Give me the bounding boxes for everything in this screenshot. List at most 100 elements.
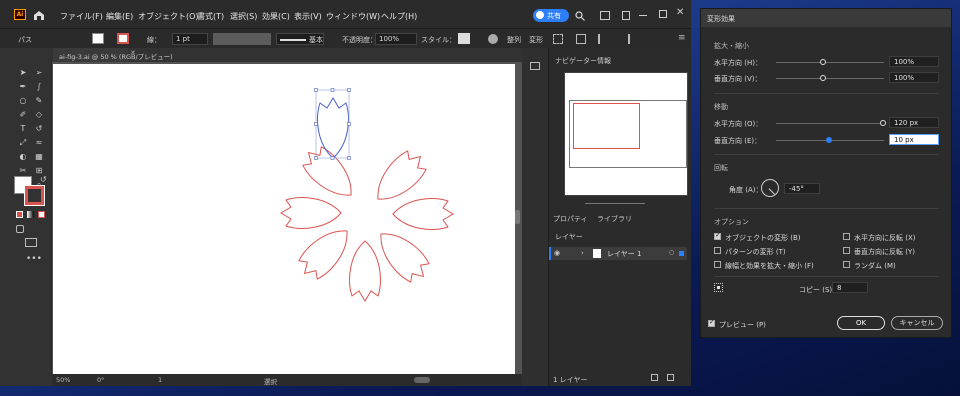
- eraser-tool-icon[interactable]: ◇: [34, 110, 44, 120]
- new-layer-icon[interactable]: [651, 374, 658, 381]
- transform-link[interactable]: 変形: [529, 35, 543, 45]
- recolor-icon[interactable]: [488, 34, 498, 44]
- reflect-y-checkbox[interactable]: [843, 247, 850, 254]
- delete-layer-icon[interactable]: [667, 374, 674, 381]
- type-tool-icon[interactable]: T: [18, 124, 28, 134]
- direct-selection-tool-icon[interactable]: ➢: [34, 68, 44, 78]
- workspace-icon[interactable]: [622, 11, 630, 20]
- brush-field[interactable]: 基本: [276, 33, 324, 45]
- stroke-weight-field[interactable]: 1 pt: [172, 33, 208, 45]
- scale-strokes-label[interactable]: 線幅と効果を拡大・縮小 (F): [725, 261, 814, 271]
- angle-dial[interactable]: [761, 179, 779, 197]
- menu-view[interactable]: 表示(V): [294, 11, 322, 22]
- pen-tool-icon[interactable]: ✒: [18, 82, 28, 92]
- ellipse-tool-icon[interactable]: ○: [18, 96, 28, 106]
- color-mode-icon[interactable]: [16, 211, 23, 218]
- menu-edit[interactable]: 編集(E): [106, 11, 133, 22]
- eyedropper-tool-icon[interactable]: ✂: [18, 166, 28, 176]
- cancel-button[interactable]: キャンセル: [891, 316, 943, 330]
- scale-horizontal-thumb[interactable]: [820, 59, 826, 65]
- stroke-swatch[interactable]: [117, 33, 129, 44]
- copies-field[interactable]: 8: [832, 282, 868, 293]
- gradient-mode-icon[interactable]: [27, 211, 34, 218]
- petal-2[interactable]: [366, 145, 432, 211]
- reflect-y-label[interactable]: 垂直方向に反転 (Y): [854, 247, 915, 257]
- maximize-button[interactable]: [659, 10, 667, 18]
- scale-vertical-field[interactable]: 100%: [889, 72, 939, 83]
- menu-window[interactable]: ウィンドウ(W): [326, 11, 380, 22]
- reflect-x-label[interactable]: 水平方向に反転 (X): [854, 233, 915, 243]
- tab-properties[interactable]: プロパティ: [553, 214, 588, 224]
- layer-selection-square[interactable]: [679, 251, 684, 256]
- visibility-icon[interactable]: ◉: [554, 249, 560, 257]
- rotate-tool-icon[interactable]: ↺: [34, 124, 44, 134]
- warp-tool-icon[interactable]: ≈: [34, 138, 44, 148]
- stroke-color-box[interactable]: [24, 185, 45, 206]
- share-button[interactable]: 共有: [533, 9, 569, 22]
- style-swatch[interactable]: [458, 33, 470, 44]
- isolate-icon[interactable]: [576, 34, 586, 44]
- menu-help[interactable]: ヘルプ(H): [381, 11, 417, 22]
- transform-objects-label[interactable]: オブジェクトの変形 (B): [725, 233, 801, 243]
- reference-point-icon[interactable]: [714, 283, 723, 292]
- home-icon[interactable]: [33, 10, 45, 20]
- fill-swatch[interactable]: [92, 33, 104, 44]
- scale-horizontal-slider[interactable]: [776, 62, 884, 63]
- transform-objects-checkbox[interactable]: [714, 231, 721, 240]
- arrange-documents-icon[interactable]: [600, 11, 610, 20]
- move-horizontal-thumb[interactable]: [880, 120, 886, 126]
- move-horizontal-slider[interactable]: [776, 123, 884, 124]
- search-icon[interactable]: [575, 11, 585, 21]
- tab-libraries[interactable]: ライブラリ: [597, 214, 632, 224]
- menu-effect[interactable]: 効果(C): [262, 11, 290, 22]
- minimize-button[interactable]: [639, 15, 647, 16]
- petal-6[interactable]: [293, 219, 359, 285]
- angle-field[interactable]: -45°: [784, 183, 820, 194]
- screen-mode-icon[interactable]: [25, 238, 37, 247]
- reflect-x-checkbox[interactable]: [843, 233, 850, 240]
- menu-file[interactable]: ファイル(F): [60, 11, 103, 22]
- none-mode-icon[interactable]: [38, 211, 45, 218]
- move-vertical-thumb[interactable]: [826, 137, 832, 143]
- more-tools-icon[interactable]: •••: [26, 254, 42, 264]
- horizontal-scrollbar[interactable]: [414, 377, 430, 383]
- layer-row[interactable]: ◉ › レイヤー 1 ○: [549, 247, 687, 260]
- tab-navigator[interactable]: ナビゲーター: [555, 56, 597, 66]
- scale-vertical-thumb[interactable]: [820, 75, 826, 81]
- draw-mode-icon[interactable]: [16, 225, 24, 233]
- tab-info[interactable]: 情報: [597, 56, 611, 66]
- navigator-zoom-slider[interactable]: [585, 203, 645, 204]
- menu-type[interactable]: 書式(T): [197, 11, 224, 22]
- random-label[interactable]: ランダム (M): [854, 261, 896, 271]
- random-checkbox[interactable]: [843, 261, 850, 268]
- vertical-scrollbar[interactable]: [515, 210, 520, 224]
- menu-object[interactable]: オブジェクト(O): [138, 11, 199, 22]
- petal-7[interactable]: [280, 197, 342, 229]
- align-link[interactable]: 整列: [507, 35, 521, 45]
- transform-patterns-label[interactable]: パターンの変形 (T): [725, 247, 786, 257]
- preview-label[interactable]: プレビュー (P): [719, 320, 766, 330]
- ok-button[interactable]: OK: [837, 316, 885, 330]
- layer-target-icon[interactable]: ○: [669, 249, 674, 256]
- petal-8[interactable]: [297, 141, 363, 207]
- brush-tool-icon[interactable]: ✎: [34, 96, 44, 106]
- tab-layers[interactable]: レイヤー: [555, 232, 583, 242]
- transform-patterns-checkbox[interactable]: [714, 247, 721, 254]
- selection-tool-icon[interactable]: ➤: [18, 68, 28, 78]
- document-tab-close-icon[interactable]: ✕: [130, 49, 136, 57]
- flower-artwork[interactable]: [53, 64, 515, 374]
- scale-tool-icon[interactable]: ⤢: [18, 138, 28, 148]
- petal-4[interactable]: [369, 222, 435, 288]
- distribute-icon[interactable]: [620, 34, 630, 44]
- dialog-titlebar[interactable]: 変形効果: [701, 9, 951, 27]
- document-tab[interactable]: ai-fig-3.ai @ 50 % (RGB/プレビュー): [53, 48, 173, 62]
- zoom-level[interactable]: 50%: [56, 376, 70, 384]
- curvature-tool-icon[interactable]: ∫: [34, 82, 44, 92]
- comments-icon[interactable]: [530, 62, 540, 70]
- close-button[interactable]: ✕: [676, 7, 686, 19]
- scale-vertical-slider[interactable]: [776, 78, 884, 79]
- swap-colors-icon[interactable]: ↺: [40, 175, 47, 184]
- rotation-value[interactable]: 0°: [97, 376, 104, 384]
- selection-options-icon[interactable]: [553, 34, 563, 44]
- opacity-field[interactable]: 100%: [375, 33, 417, 45]
